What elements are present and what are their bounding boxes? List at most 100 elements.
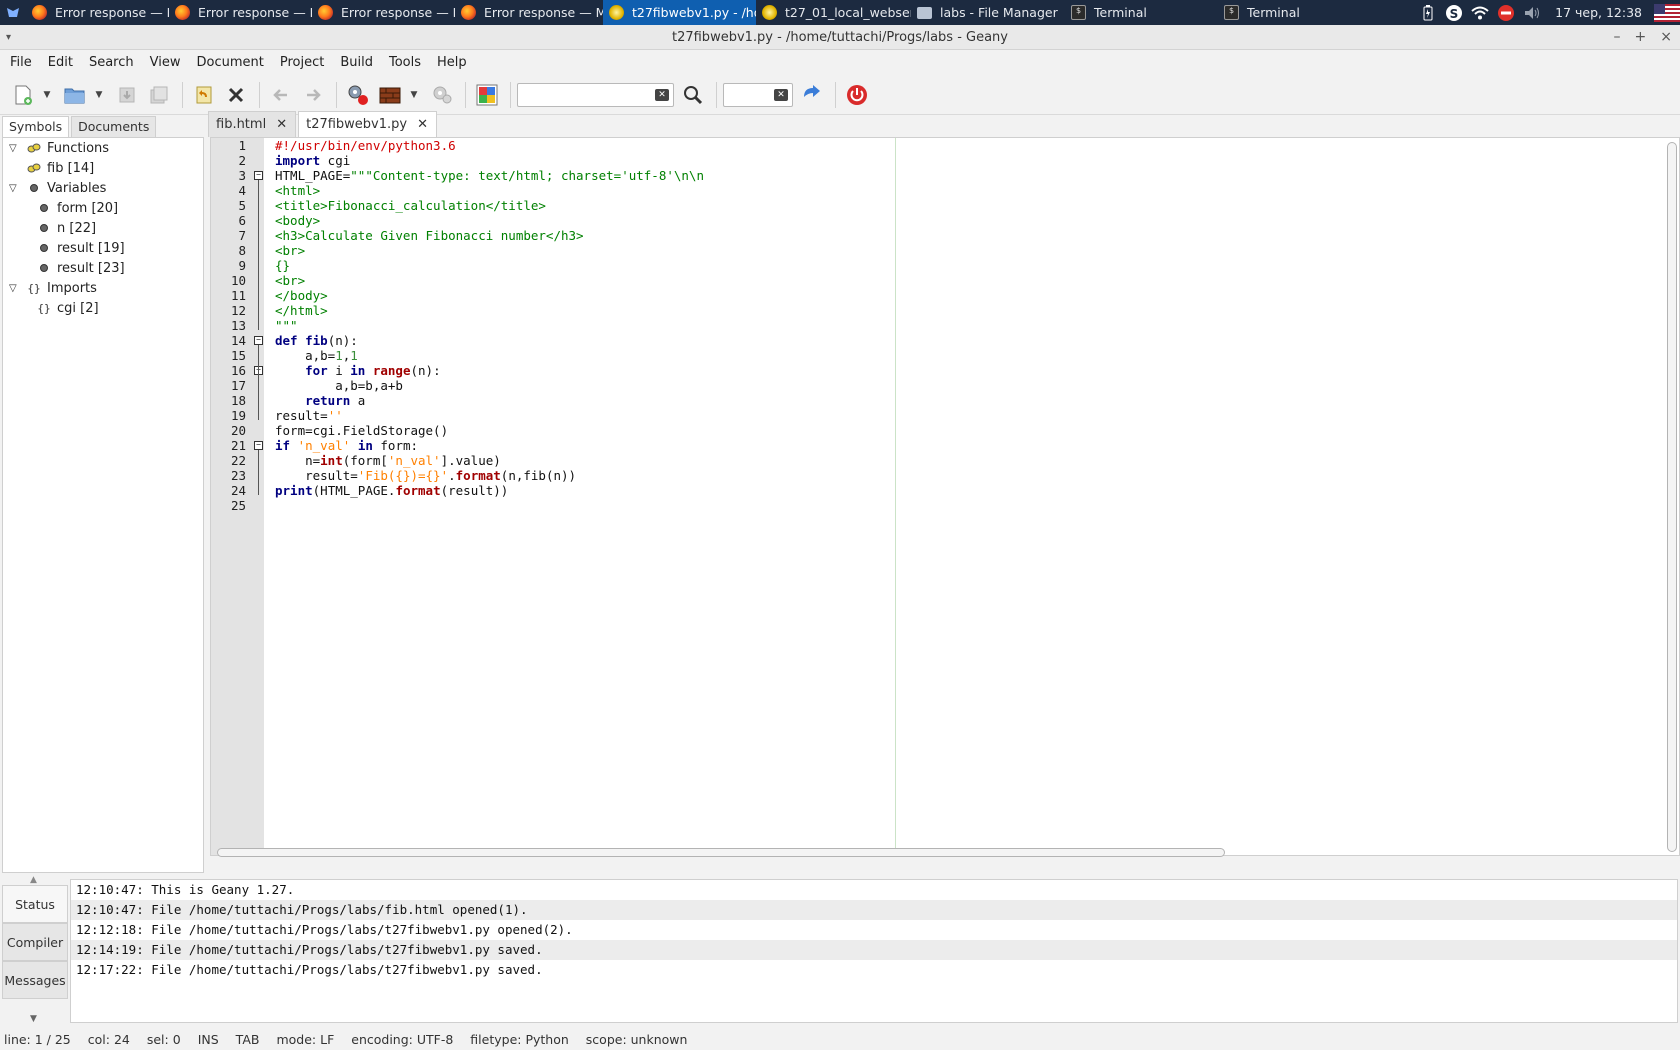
tree-item-result-23[interactable]: result [23] [3, 258, 203, 278]
skype-icon[interactable]: S [1445, 4, 1463, 22]
minimize-icon[interactable]: – [1614, 25, 1621, 50]
task-terminal-1[interactable]: $ Terminal [1065, 0, 1218, 25]
line-number: 1 [238, 138, 246, 153]
save-button[interactable] [112, 80, 142, 110]
close-tab-icon[interactable]: ✕ [276, 112, 287, 137]
save-all-button[interactable] [144, 80, 174, 110]
firefox-icon [461, 5, 476, 20]
open-file-dropdown[interactable]: ▼ [92, 80, 106, 110]
tree-item-label: result [19] [57, 240, 125, 256]
menu-edit[interactable]: Edit [40, 50, 81, 75]
volume-icon[interactable] [1523, 4, 1541, 22]
wifi-icon[interactable] [1471, 4, 1489, 22]
scroll-down-icon[interactable]: ▼ [30, 1014, 37, 1024]
log-row: 12:10:47: File /home/tuttachi/Progs/labs… [71, 900, 1677, 920]
tree-item-form[interactable]: form [20] [3, 198, 203, 218]
status-eol-mode: mode: LF [276, 1032, 335, 1047]
menu-build[interactable]: Build [332, 50, 381, 75]
task-firefox-3[interactable]: Error response — M... [312, 0, 455, 25]
expander-down-icon[interactable]: ▽ [9, 143, 21, 154]
battery-icon[interactable] [1419, 4, 1437, 22]
close-window-icon[interactable]: × [1660, 25, 1672, 50]
code-area[interactable]: #!/usr/bin/env/python3.6 import cgi HTML_P… [265, 138, 1663, 855]
menu-tools[interactable]: Tools [381, 50, 429, 75]
fold-collapse-icon[interactable]: − [254, 171, 263, 180]
code-editor[interactable]: 1 2 3 4 5 6 7 8 9 10 11 12 13 14 15 16 17 18 19 20 21 22 23 24 2… [210, 137, 1680, 857]
fold-collapse-icon[interactable]: − [254, 441, 263, 450]
tab-messages[interactable]: Messages [2, 961, 68, 999]
goto-line-button[interactable] [797, 80, 827, 110]
search-button[interactable] [678, 80, 708, 110]
tree-label-variables: Variables [47, 180, 107, 196]
menu-view[interactable]: View [142, 50, 189, 75]
execute-button[interactable] [427, 80, 457, 110]
toolbar-separator [510, 81, 511, 108]
task-firefox-2[interactable]: Error response — M... [169, 0, 312, 25]
expander-down-icon[interactable]: ▽ [9, 283, 21, 294]
code-token: i [327, 363, 351, 378]
tree-group-variables[interactable]: ▽ Variables [3, 178, 203, 198]
task-geany-active[interactable]: t27fibwebv1.py - /ho... [603, 0, 756, 25]
menu-file[interactable]: File [2, 50, 40, 75]
do-not-disturb-icon[interactable] [1497, 4, 1515, 22]
close-file-button[interactable] [221, 80, 251, 110]
tree-item-fib[interactable]: fib [14] [3, 158, 203, 178]
status-sel: sel: 0 [146, 1032, 181, 1047]
status-scope: scope: unknown [585, 1032, 688, 1047]
build-dropdown[interactable]: ▼ [407, 80, 421, 110]
vertical-scrollbar[interactable] [1667, 142, 1677, 852]
close-tab-icon[interactable]: ✕ [417, 112, 428, 137]
horizontal-scrollbar[interactable] [217, 848, 1225, 857]
window-menu-icon[interactable]: ▾ [6, 25, 11, 50]
tab-status[interactable]: Status [2, 885, 68, 923]
tree-group-imports[interactable]: ▽ {} Imports [3, 278, 203, 298]
color-chooser-button[interactable] [472, 80, 502, 110]
code-token: form=cgi.FieldStorage() [275, 423, 449, 438]
status-log[interactable]: 12:10:47: This is Geany 1.27. 12:10:47: … [70, 879, 1678, 1023]
expander-down-icon[interactable]: ▽ [9, 183, 21, 194]
search-input[interactable] [518, 83, 673, 106]
keyboard-layout-flag-icon[interactable] [1654, 3, 1680, 22]
tab-symbols[interactable]: Symbols [2, 116, 70, 137]
open-file-button[interactable] [60, 80, 90, 110]
tree-item-result-19[interactable]: result [19] [3, 238, 203, 258]
task-terminal-2[interactable]: $ Terminal [1218, 0, 1368, 25]
log-row: 12:10:47: This is Geany 1.27. [76, 882, 295, 897]
clock[interactable]: 17 чер, 12:38 [1555, 5, 1642, 20]
new-file-button[interactable] [8, 80, 38, 110]
task-firefox-4[interactable]: Error response — M... [455, 0, 603, 25]
task-geany-2[interactable]: t27_01_local_webser... [756, 0, 911, 25]
revert-button[interactable] [189, 80, 219, 110]
tab-documents[interactable]: Documents [71, 116, 157, 137]
navigate-forward-button[interactable] [298, 80, 328, 110]
menu-document[interactable]: Document [188, 50, 271, 75]
tab-t27fibwebv1-py[interactable]: t27fibwebv1.py ✕ [298, 111, 438, 137]
navigate-back-button[interactable] [266, 80, 296, 110]
task-firefox-1[interactable]: Error response — M... [26, 0, 169, 25]
start-menu-button[interactable] [0, 0, 26, 25]
menu-project[interactable]: Project [272, 50, 332, 75]
scroll-up-icon[interactable]: ▲ [30, 875, 37, 885]
tab-fib-html[interactable]: fib.html ✕ [208, 111, 297, 137]
compile-button[interactable] [343, 80, 373, 110]
maximize-icon[interactable]: + [1635, 25, 1647, 50]
new-file-dropdown[interactable]: ▼ [40, 80, 54, 110]
clear-goto-icon[interactable]: ✕ [774, 88, 788, 101]
code-token: a [350, 393, 366, 408]
tab-compiler[interactable]: Compiler [2, 923, 68, 961]
task-file-manager[interactable]: labs - File Manager [911, 0, 1065, 25]
menu-help[interactable]: Help [429, 50, 475, 75]
tree-group-functions[interactable]: ▽ Functions [3, 138, 203, 158]
quit-button[interactable] [842, 80, 872, 110]
menu-search[interactable]: Search [81, 50, 142, 75]
tree-item-cgi[interactable]: {} cgi [2] [3, 298, 203, 318]
fold-collapse-icon[interactable]: − [254, 336, 263, 345]
clear-search-icon[interactable]: ✕ [655, 88, 669, 101]
build-button[interactable] [375, 80, 405, 110]
code-line: <h3>Calculate Given Fibonacci number</h3… [265, 228, 1663, 243]
code-token: </html> [275, 303, 328, 318]
line-number: 23 [230, 468, 246, 483]
tree-item-n[interactable]: n [22] [3, 218, 203, 238]
